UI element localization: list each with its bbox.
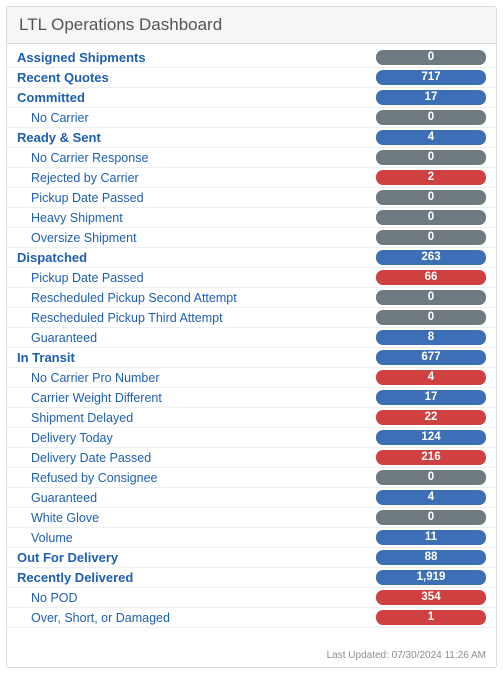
- metric-link[interactable]: Volume: [17, 531, 73, 545]
- metric-link[interactable]: Committed: [17, 90, 85, 105]
- metric-row: No Carrier 0: [7, 108, 496, 128]
- metric-badge: 0: [376, 470, 486, 485]
- metric-row: Carrier Weight Different 17: [7, 388, 496, 408]
- metric-row: Refused by Consignee 0: [7, 468, 496, 488]
- metric-row: Rescheduled Pickup Second Attempt 0: [7, 288, 496, 308]
- metric-link[interactable]: Rescheduled Pickup Third Attempt: [17, 311, 223, 325]
- metric-row: Guaranteed 4: [7, 488, 496, 508]
- metric-link[interactable]: No Carrier Response: [17, 151, 148, 165]
- metric-link[interactable]: Refused by Consignee: [17, 471, 157, 485]
- metric-link[interactable]: Rescheduled Pickup Second Attempt: [17, 291, 237, 305]
- metric-badge: 0: [376, 290, 486, 305]
- metric-row: Pickup Date Passed 66: [7, 268, 496, 288]
- spacer-row: [7, 628, 496, 642]
- metric-link[interactable]: Rejected by Carrier: [17, 171, 139, 185]
- metric-row: Volume 11: [7, 528, 496, 548]
- metric-link[interactable]: Pickup Date Passed: [17, 191, 144, 205]
- metric-row: Heavy Shipment 0: [7, 208, 496, 228]
- metric-badge: 2: [376, 170, 486, 185]
- metric-row: Assigned Shipments 0: [7, 48, 496, 68]
- metric-row: Rescheduled Pickup Third Attempt 0: [7, 308, 496, 328]
- metric-badge: 22: [376, 410, 486, 425]
- metric-badge: 0: [376, 190, 486, 205]
- metric-link[interactable]: Pickup Date Passed: [17, 271, 144, 285]
- metric-row: No POD 354: [7, 588, 496, 608]
- metric-link[interactable]: Delivery Today: [17, 431, 113, 445]
- metric-row: Delivery Date Passed 216: [7, 448, 496, 468]
- metric-link[interactable]: Dispatched: [17, 250, 87, 265]
- panel-title: LTL Operations Dashboard: [7, 7, 496, 44]
- metric-badge: 0: [376, 150, 486, 165]
- metric-row: No Carrier Pro Number 4: [7, 368, 496, 388]
- metric-link[interactable]: No Carrier: [17, 111, 89, 125]
- metric-badge: 4: [376, 370, 486, 385]
- metric-badge: 66: [376, 270, 486, 285]
- metric-row: Pickup Date Passed 0: [7, 188, 496, 208]
- metric-badge: 263: [376, 250, 486, 265]
- metric-row: Over, Short, or Damaged 1: [7, 608, 496, 628]
- metric-badge: 0: [376, 210, 486, 225]
- metric-badge: 17: [376, 90, 486, 105]
- metric-row: Rejected by Carrier 2: [7, 168, 496, 188]
- metric-link[interactable]: Guaranteed: [17, 331, 97, 345]
- dashboard-panel: LTL Operations Dashboard Assigned Shipme…: [6, 6, 497, 668]
- metric-row: Guaranteed 8: [7, 328, 496, 348]
- metric-badge: 216: [376, 450, 486, 465]
- metric-badge: 4: [376, 490, 486, 505]
- metric-link[interactable]: No POD: [17, 591, 78, 605]
- metric-badge: 354: [376, 590, 486, 605]
- metric-link[interactable]: Over, Short, or Damaged: [17, 611, 170, 625]
- metric-badge: 88: [376, 550, 486, 565]
- metric-badge: 0: [376, 230, 486, 245]
- metric-link[interactable]: Carrier Weight Different: [17, 391, 162, 405]
- metric-link[interactable]: In Transit: [17, 350, 75, 365]
- metric-row: Committed 17: [7, 88, 496, 108]
- rows-container: Assigned Shipments 0 Recent Quotes 717 Commi…: [7, 44, 496, 648]
- metric-link[interactable]: Recent Quotes: [17, 70, 109, 85]
- metric-badge: 677: [376, 350, 486, 365]
- metric-row: Oversize Shipment 0: [7, 228, 496, 248]
- metric-link[interactable]: No Carrier Pro Number: [17, 371, 160, 385]
- metric-badge: 124: [376, 430, 486, 445]
- metric-badge: 0: [376, 50, 486, 65]
- metric-link[interactable]: Recently Delivered: [17, 570, 133, 585]
- metric-row: Ready & Sent 4: [7, 128, 496, 148]
- metric-badge: 11: [376, 530, 486, 545]
- metric-link[interactable]: Out For Delivery: [17, 550, 118, 565]
- metric-badge: 4: [376, 130, 486, 145]
- metric-badge: 0: [376, 310, 486, 325]
- metric-badge: 17: [376, 390, 486, 405]
- metric-link[interactable]: Assigned Shipments: [17, 50, 146, 65]
- metric-link[interactable]: Oversize Shipment: [17, 231, 137, 245]
- metric-badge: 1,919: [376, 570, 486, 585]
- metric-link[interactable]: Guaranteed: [17, 491, 97, 505]
- metric-badge: 8: [376, 330, 486, 345]
- metric-badge: 0: [376, 110, 486, 125]
- metric-row: In Transit 677: [7, 348, 496, 368]
- metric-row: Shipment Delayed 22: [7, 408, 496, 428]
- metric-row: Delivery Today 124: [7, 428, 496, 448]
- metric-row: Out For Delivery 88: [7, 548, 496, 568]
- metric-row: Recent Quotes 717: [7, 68, 496, 88]
- metric-link[interactable]: Shipment Delayed: [17, 411, 133, 425]
- metric-link[interactable]: Ready & Sent: [17, 130, 101, 145]
- metric-link[interactable]: Heavy Shipment: [17, 211, 123, 225]
- metric-row: Recently Delivered 1,919: [7, 568, 496, 588]
- metric-link[interactable]: White Glove: [17, 511, 99, 525]
- metric-badge: 1: [376, 610, 486, 625]
- metric-link[interactable]: Delivery Date Passed: [17, 451, 151, 465]
- last-updated: Last Updated: 07/30/2024 11:26 AM: [7, 648, 496, 667]
- metric-badge: 717: [376, 70, 486, 85]
- metric-row: Dispatched 263: [7, 248, 496, 268]
- metric-row: White Glove 0: [7, 508, 496, 528]
- metric-row: No Carrier Response 0: [7, 148, 496, 168]
- metric-badge: 0: [376, 510, 486, 525]
